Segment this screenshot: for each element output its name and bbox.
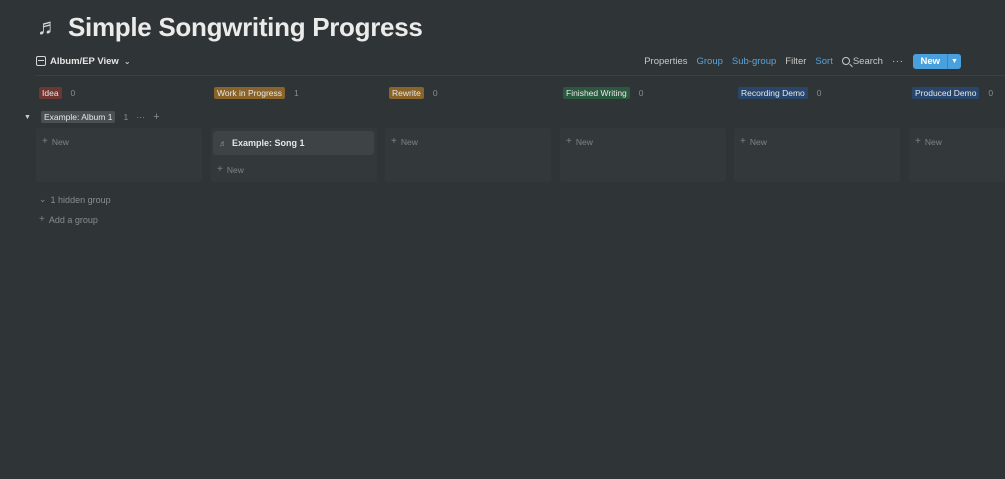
plus-icon: + [915, 136, 921, 147]
group-button[interactable]: Group [697, 56, 723, 67]
column-count: 0 [816, 88, 822, 98]
page-header: ♬ Simple Songwriting Progress [36, 12, 423, 42]
view-switcher[interactable]: Album/EP View ⌄ [36, 56, 131, 67]
view-toolbar: Album/EP View ⌄ Properties Group Sub-gro… [36, 52, 961, 70]
add-new-card-button[interactable]: + New [42, 136, 69, 147]
more-options-icon[interactable]: ··· [136, 112, 145, 122]
add-new-card-button[interactable]: + New [740, 136, 767, 147]
chevron-down-icon: ⌄ [123, 56, 131, 66]
more-options-icon[interactable]: ··· [892, 56, 904, 67]
sort-button[interactable]: Sort [815, 56, 832, 67]
add-new-label: New [226, 164, 244, 175]
view-label: Album/EP View [50, 55, 119, 67]
song-card[interactable]: ♬ Example: Song 1 [213, 131, 374, 155]
add-new-label: New [749, 136, 767, 147]
add-new-card-button[interactable]: + New [217, 164, 244, 175]
column-count: 0 [638, 88, 644, 98]
board-page: ♬ Simple Songwriting Progress Album/EP V… [0, 0, 1005, 479]
status-tag: Rewrite [389, 87, 424, 99]
add-new-label: New [924, 136, 942, 147]
plus-icon: + [217, 164, 223, 175]
status-tag: Recording Demo [738, 87, 808, 99]
group-label[interactable]: Example: Album 1 [40, 111, 116, 123]
page-title[interactable]: Simple Songwriting Progress [68, 12, 423, 42]
sub-group-button[interactable]: Sub-group [732, 56, 776, 67]
hidden-groups-toggle[interactable]: ⌄ 1 hidden group [39, 194, 111, 205]
plus-icon: + [391, 136, 397, 147]
new-button-label[interactable]: New [913, 53, 947, 69]
add-new-card-button[interactable]: + New [566, 136, 593, 147]
plus-icon: + [740, 136, 746, 147]
add-new-label: New [575, 136, 593, 147]
hidden-group-label: 1 hidden group [50, 194, 111, 205]
column-header-finished-writing[interactable]: Finished Writing 0 [563, 87, 644, 99]
column-count: 0 [432, 88, 438, 98]
properties-button[interactable]: Properties [644, 56, 687, 67]
filter-button[interactable]: Filter [785, 56, 806, 67]
status-tag: Finished Writing [563, 87, 630, 99]
search-button[interactable]: Search [841, 55, 883, 67]
status-tag: Produced Demo [912, 87, 980, 99]
plus-icon: + [566, 136, 572, 147]
add-icon[interactable]: + [153, 111, 159, 123]
music-note-icon[interactable]: ♬ [36, 12, 60, 42]
music-note-icon: ♬ [219, 138, 227, 148]
search-label: Search [852, 55, 883, 67]
column-count: 0 [70, 88, 76, 98]
group-count: 1 [123, 112, 129, 122]
group-header: ▼ Example: Album 1 1 ··· + [24, 111, 160, 123]
plus-icon: + [39, 214, 45, 225]
column-header-recording-demo[interactable]: Recording Demo 0 [738, 87, 822, 99]
card-title: Example: Song 1 [232, 138, 305, 148]
toggle-triangle-icon[interactable]: ▼ [24, 114, 31, 121]
add-new-card-button[interactable]: + New [915, 136, 942, 147]
column-header-produced-demo[interactable]: Produced Demo 0 [912, 87, 993, 99]
chevron-down-icon[interactable]: ▼ [947, 53, 961, 69]
chevron-down-icon: ⌄ [39, 194, 47, 204]
column-count: 0 [988, 88, 994, 98]
plus-icon: + [42, 136, 48, 147]
column-count: 1 [294, 88, 299, 98]
new-button[interactable]: New ▼ [913, 53, 961, 69]
column-header-work-in-progress[interactable]: Work in Progress 1 [214, 87, 299, 99]
status-tag: Idea [39, 87, 62, 99]
column-header-idea[interactable]: Idea 0 [39, 87, 75, 99]
search-icon [841, 57, 850, 65]
column-header-rewrite[interactable]: Rewrite 0 [389, 87, 438, 99]
add-new-label: New [51, 136, 69, 147]
status-tag: Work in Progress [214, 87, 286, 99]
add-new-card-button[interactable]: + New [391, 136, 418, 147]
toolbar-divider [36, 75, 1005, 76]
add-group-label: Add a group [48, 214, 98, 225]
table-view-icon [36, 56, 46, 66]
add-new-label: New [400, 136, 418, 147]
add-group-button[interactable]: + Add a group [39, 214, 98, 225]
